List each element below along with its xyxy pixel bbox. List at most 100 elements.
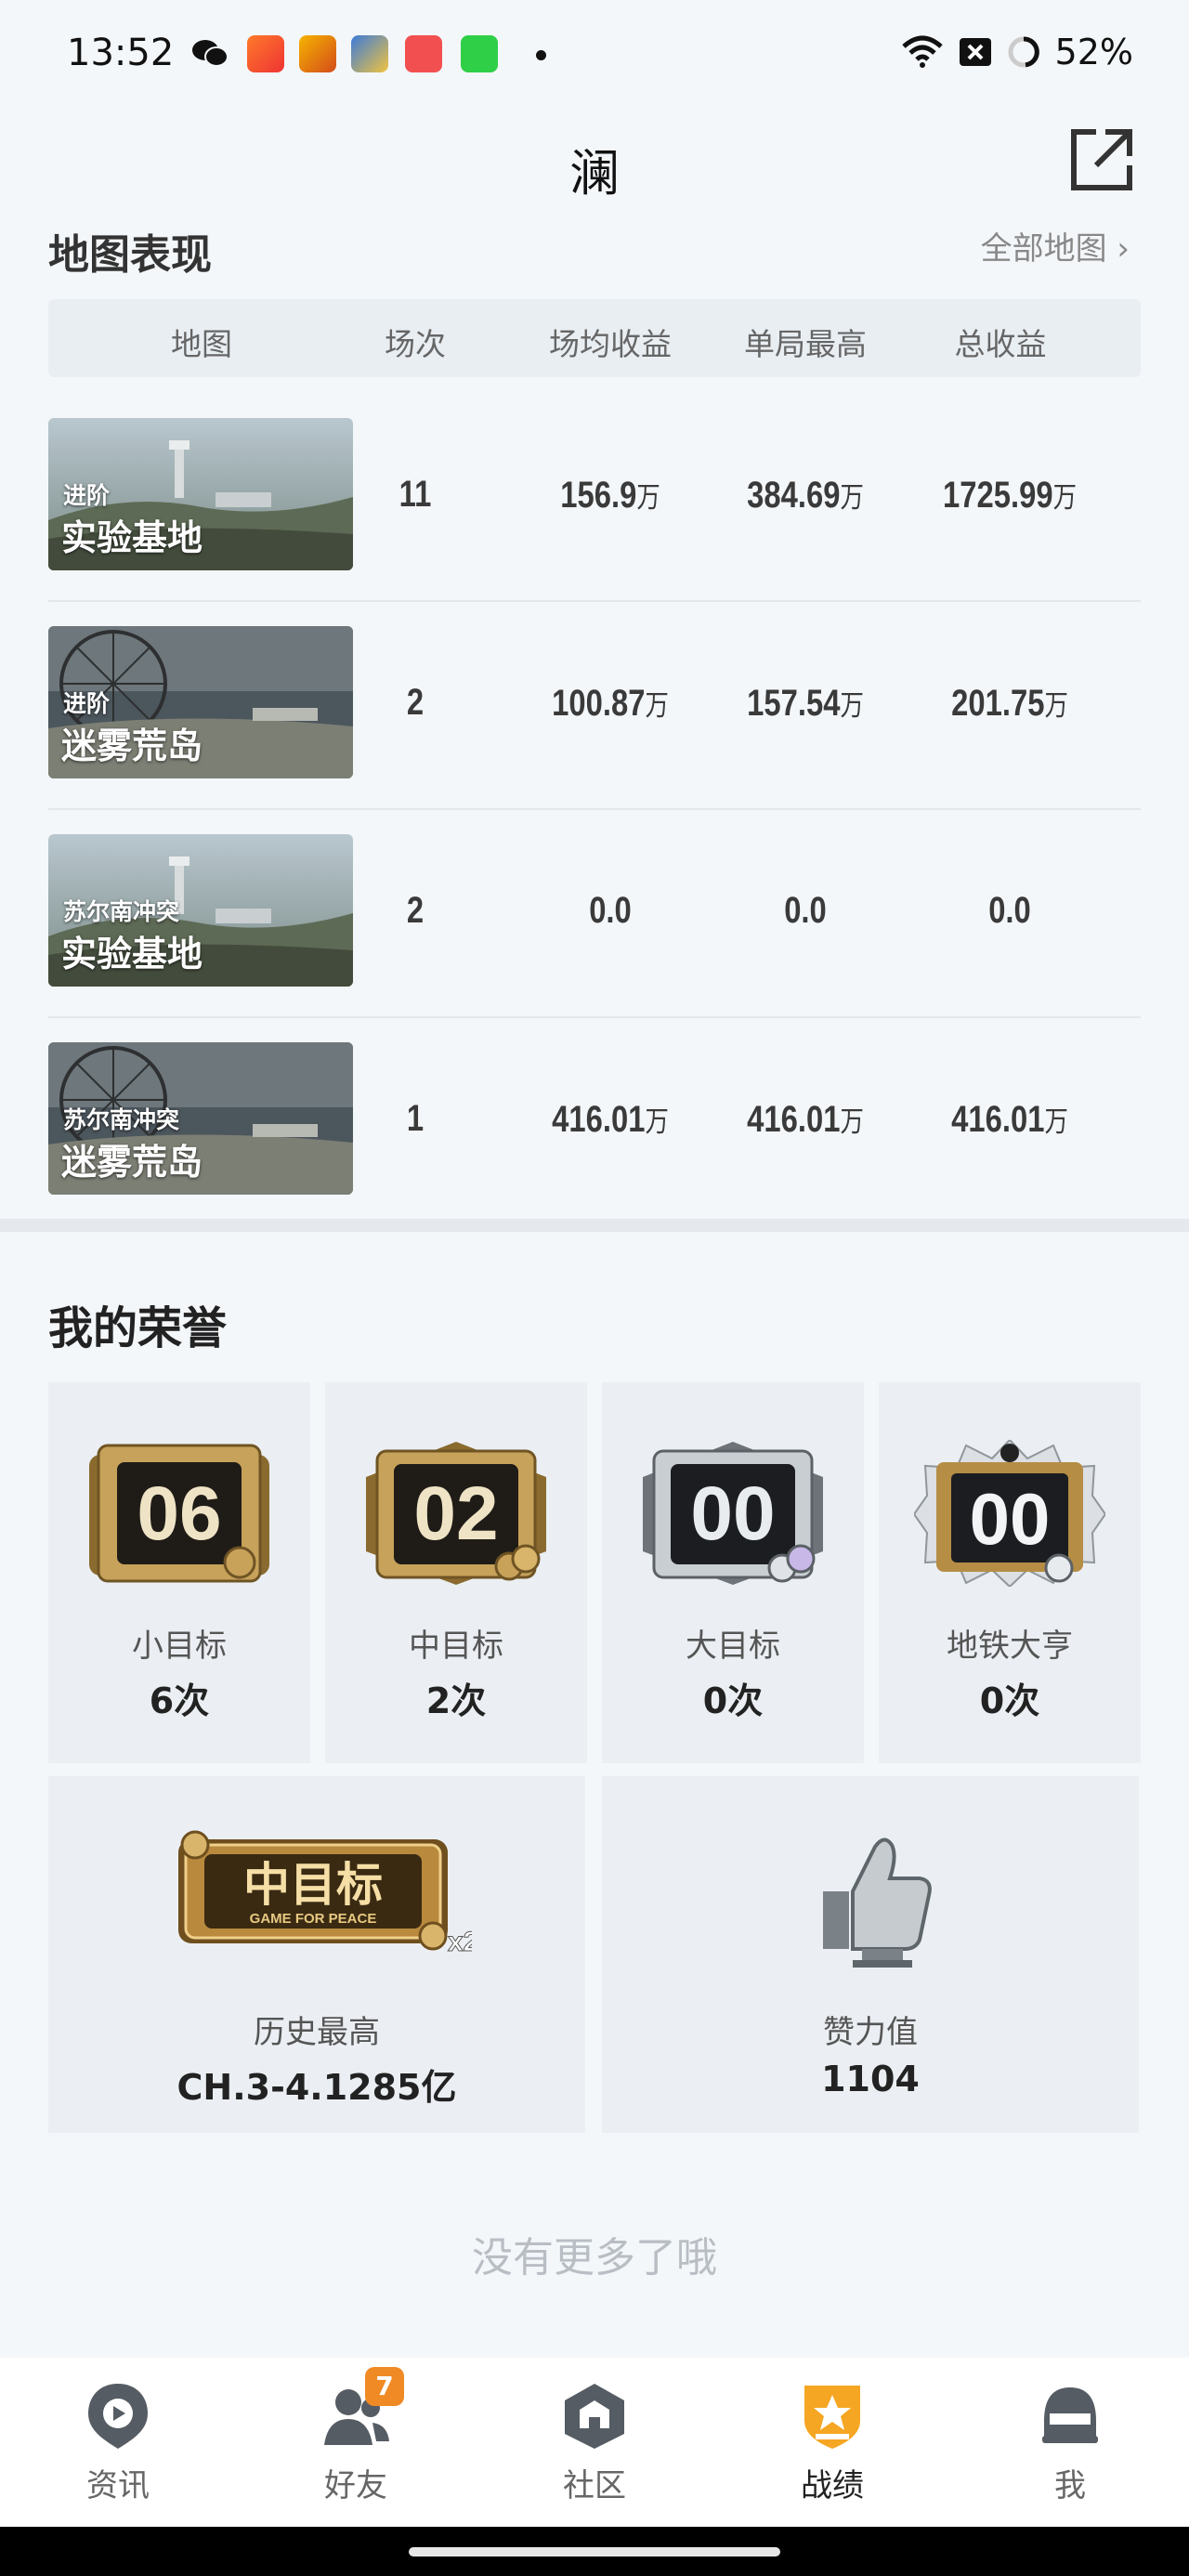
medium-goal-plaque-icon: 中目标 GAME FOR PEACE x2 <box>178 1830 472 1956</box>
subway-tycoon-badge-icon: 00 <box>914 1440 1105 1587</box>
nav-tab-profile[interactable]: 我 <box>1005 2380 1135 2505</box>
likes-value: 1104 <box>821 2059 920 2099</box>
nav-label: 资讯 <box>86 2467 150 2504</box>
page-header: 澜 <box>0 111 1189 214</box>
map-thumbnail-island: 进阶 迷雾荒岛 <box>48 626 353 778</box>
friends-notification-badge: 7 <box>365 2367 404 2406</box>
app-icon-2 <box>299 35 336 72</box>
map-mode: 苏尔南冲突 <box>63 1106 180 1133</box>
no-more-text: 没有更多了哦 <box>472 2234 717 2282</box>
honor-count: 0次 <box>702 1680 764 1721</box>
wifi-icon <box>901 35 943 68</box>
map-row[interactable]: 进阶 实验基地 11 156.9万 384.69万 1725.99万 <box>48 394 1141 602</box>
share-button[interactable] <box>1068 126 1135 193</box>
history-best-card[interactable]: 中目标 GAME FOR PEACE x2 历史最高 CH.3-4.1285亿 <box>48 1776 585 2133</box>
column-header-total: 总收益 <box>954 326 1047 362</box>
matches-value: 2 <box>406 682 425 723</box>
matches-value: 11 <box>399 474 432 515</box>
all-maps-label: 全部地图 <box>980 230 1107 268</box>
total-value: 416.01万 <box>951 1099 1068 1140</box>
map-mode: 进阶 <box>63 482 111 509</box>
badge-number: 00 <box>970 1478 1051 1560</box>
battery-percent: 52% <box>1054 32 1133 72</box>
matches-value: 2 <box>406 890 425 931</box>
map-row[interactable]: 进阶 迷雾荒岛 2 100.87万 157.54万 201.75万 <box>48 602 1141 810</box>
honor-label: 中目标 <box>409 1628 503 1665</box>
likes-label: 赞力值 <box>823 2014 918 2051</box>
nav-label: 战绩 <box>801 2467 864 2504</box>
column-header-best: 单局最高 <box>744 326 867 362</box>
badge-number: 06 <box>137 1471 221 1556</box>
map-name: 实验基地 <box>61 517 203 558</box>
best-value: 384.69万 <box>747 475 864 516</box>
map-name: 实验基地 <box>61 934 203 974</box>
map-section-title: 地图表现 <box>48 231 212 279</box>
best-value: 416.01万 <box>747 1099 864 1140</box>
honor-card-medium-goal[interactable]: 02 中目标 2次 <box>325 1382 587 1763</box>
honor-card-subway-tycoon[interactable]: 00 地铁大亨 0次 <box>879 1382 1141 1763</box>
plaque-subtext: GAME FOR PEACE <box>250 1911 377 1927</box>
history-best-label: 历史最高 <box>254 2014 380 2051</box>
honor-label: 地铁大亨 <box>947 1628 1073 1665</box>
community-icon <box>559 2380 630 2451</box>
notification-dot <box>536 50 546 60</box>
map-row[interactable]: 苏尔南冲突 实验基地 2 0.0 0.0 0.0 <box>48 810 1141 1018</box>
wechat-icon <box>191 37 229 69</box>
honor-section-title: 我的荣誉 <box>48 1302 228 1354</box>
avg-value: 0.0 <box>589 890 632 931</box>
nav-label: 我 <box>1054 2467 1086 2504</box>
app-icon-1 <box>247 35 284 72</box>
nav-tab-record[interactable]: 战绩 <box>767 2380 897 2505</box>
plaque-text: 中目标 <box>243 1858 383 1912</box>
map-name: 迷雾荒岛 <box>61 1142 203 1183</box>
map-row[interactable]: 苏尔南冲突 迷雾荒岛 1 416.01万 416.01万 416.01万 <box>48 1018 1141 1226</box>
honor-count: 0次 <box>979 1680 1040 1721</box>
all-maps-link[interactable]: 全部地图 › <box>981 223 1130 268</box>
map-name: 迷雾荒岛 <box>61 726 203 766</box>
column-header-map: 地图 <box>171 326 232 362</box>
likes-card[interactable]: 赞力值 1104 <box>602 1776 1139 2133</box>
total-value: 1725.99万 <box>943 475 1077 516</box>
matches-value: 1 <box>406 1098 425 1139</box>
app-icon-3 <box>351 35 388 72</box>
avg-value: 416.01万 <box>552 1099 669 1140</box>
nav-tab-news[interactable]: 资讯 <box>53 2380 183 2505</box>
best-value: 157.54万 <box>747 683 864 724</box>
plaque-multiplier: x2 <box>448 1927 472 1956</box>
news-icon <box>83 2380 153 2451</box>
column-header-matches: 场次 <box>385 326 446 362</box>
section-divider <box>0 1219 1189 1232</box>
honor-card-big-goal[interactable]: 00 大目标 0次 <box>602 1382 864 1763</box>
page-title: 澜 <box>569 144 620 203</box>
avg-value: 100.87万 <box>552 683 669 724</box>
status-bar: 13:52 52% <box>0 0 1189 111</box>
nav-label: 社区 <box>563 2467 626 2504</box>
total-value: 201.75万 <box>951 683 1068 724</box>
profile-icon <box>1035 2380 1105 2451</box>
store-app-icon <box>461 35 498 72</box>
share-icon <box>1071 129 1132 190</box>
badge-number: 00 <box>690 1471 775 1556</box>
honor-card-small-goal[interactable]: 06 小目标 6次 <box>48 1382 310 1763</box>
nav-tab-friends[interactable]: 7 好友 <box>291 2367 421 2505</box>
record-icon <box>797 2380 868 2451</box>
nav-label: 好友 <box>324 2467 387 2504</box>
honor-count: 6次 <box>149 1680 210 1721</box>
avg-value: 156.9万 <box>560 475 660 516</box>
honor-label: 大目标 <box>686 1628 780 1665</box>
map-mode: 进阶 <box>63 690 111 717</box>
medium-goal-badge-icon: 02 <box>366 1442 546 1585</box>
nav-tab-community[interactable]: 社区 <box>529 2380 660 2505</box>
map-mode: 苏尔南冲突 <box>63 898 180 925</box>
total-value: 0.0 <box>988 890 1031 931</box>
honor-label: 小目标 <box>132 1628 227 1665</box>
friends-icon: 7 <box>320 2367 404 2451</box>
thumbs-up-icon <box>823 1837 932 1968</box>
badge-number: 02 <box>413 1471 498 1556</box>
no-sim-icon <box>959 38 991 66</box>
column-header-avg: 场均收益 <box>549 326 672 362</box>
status-right: 52% <box>901 32 1133 72</box>
home-indicator[interactable] <box>409 2547 780 2556</box>
small-goal-badge-icon: 06 <box>89 1444 269 1583</box>
big-goal-badge-icon: 00 <box>643 1442 823 1585</box>
